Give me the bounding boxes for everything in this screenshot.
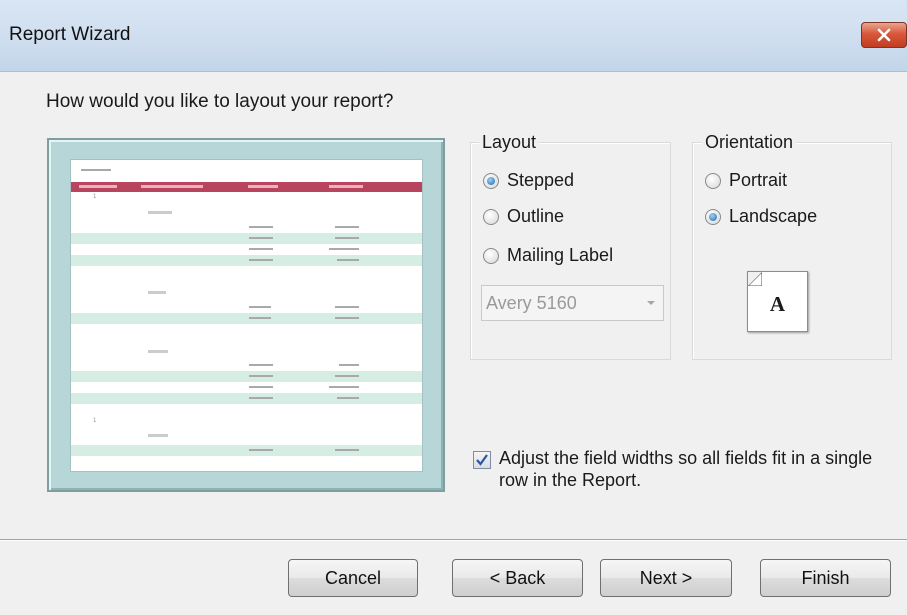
outline-radio-button[interactable] xyxy=(483,208,499,225)
layout-preview: 1 1 xyxy=(47,138,445,492)
layout-preview-page: 1 1 xyxy=(70,159,423,472)
landscape-radio-button[interactable] xyxy=(705,208,721,225)
close-button[interactable] xyxy=(861,22,907,48)
portrait-radio-button[interactable] xyxy=(705,172,721,189)
mailing-label-radio[interactable]: Mailing Label xyxy=(483,245,613,266)
checkmark-icon xyxy=(476,454,488,466)
chevron-down-icon xyxy=(647,301,655,305)
outline-radio[interactable]: Outline xyxy=(483,206,564,227)
footer-divider xyxy=(0,539,907,541)
landscape-label: Landscape xyxy=(729,206,818,226)
close-icon xyxy=(877,28,891,42)
page-orientation-icon: A xyxy=(747,271,808,332)
label-type-dropdown[interactable]: Avery 5160 xyxy=(481,285,664,321)
portrait-radio[interactable]: Portrait xyxy=(705,170,787,191)
portrait-label: Portrait xyxy=(729,170,788,190)
label-type-value: Avery 5160 xyxy=(486,293,577,313)
orientation-group-label: Orientation xyxy=(702,131,797,153)
stepped-radio[interactable]: Stepped xyxy=(483,170,574,191)
orientation-preview-letter: A xyxy=(769,292,786,316)
next-button[interactable]: Next > xyxy=(600,559,732,597)
back-button[interactable]: < Back xyxy=(452,559,583,597)
page-corner-fold xyxy=(748,272,762,286)
adjust-widths-label: Adjust the field widths so all fields fi… xyxy=(499,448,873,490)
stepped-label: Stepped xyxy=(507,170,575,190)
outline-label: Outline xyxy=(507,206,565,226)
stepped-radio-button[interactable] xyxy=(483,172,499,189)
mailing-label-label: Mailing Label xyxy=(507,245,614,265)
wizard-question: How would you like to layout your report… xyxy=(46,91,394,112)
title-bar: Report Wizard xyxy=(0,0,907,72)
cancel-button[interactable]: Cancel xyxy=(288,559,418,597)
preview-header-row xyxy=(71,182,422,192)
finish-button[interactable]: Finish xyxy=(760,559,891,597)
window-title: Report Wizard xyxy=(9,24,131,45)
adjust-widths-checkbox[interactable] xyxy=(473,451,491,469)
landscape-radio[interactable]: Landscape xyxy=(705,206,817,227)
mailing-label-radio-button[interactable] xyxy=(483,247,499,264)
layout-group-label: Layout xyxy=(479,131,540,153)
